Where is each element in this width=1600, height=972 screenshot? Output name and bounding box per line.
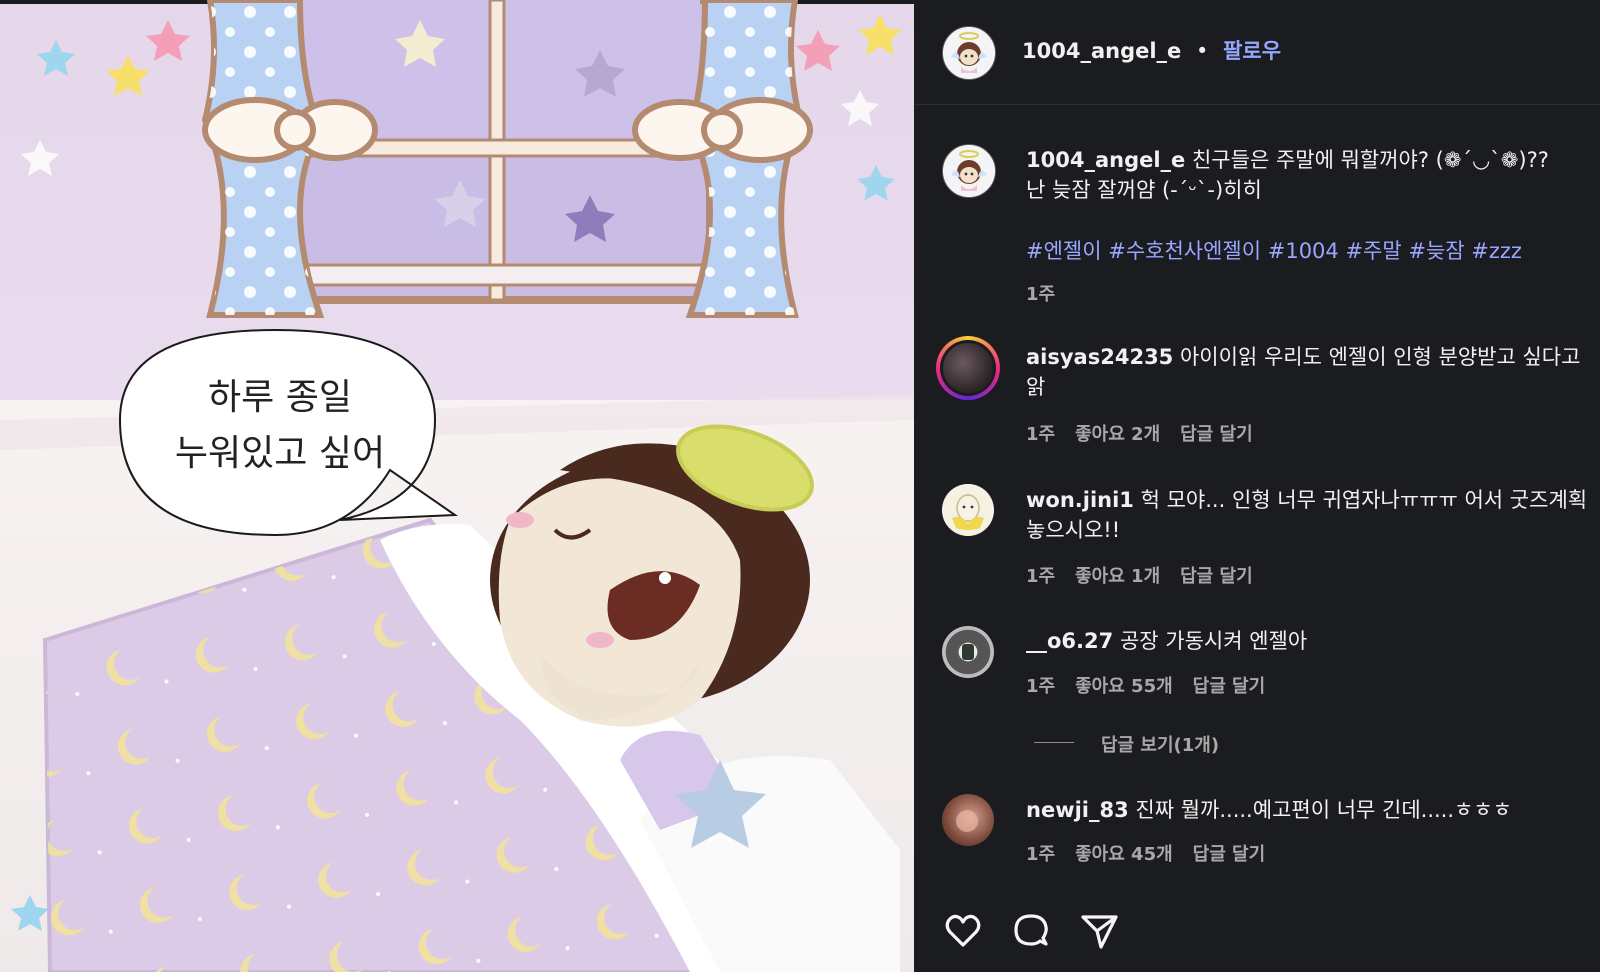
caption-text: 친구들은 주말에 뭐할꺼야? (❁´◡`❁)?? — [1191, 148, 1549, 172]
comment-meta: 1주 좋아요 55개 답글 달기 — [1026, 672, 1285, 698]
comment-text: 아이이읽 우리도 엔젤이 인형 분양받고 싶다고 — [1179, 345, 1581, 369]
follow-button[interactable]: 팔로우 — [1223, 39, 1281, 63]
author-avatar[interactable] — [942, 26, 996, 80]
comment-likes[interactable]: 좋아요 55개 — [1075, 676, 1173, 697]
user-photo-icon — [943, 343, 993, 393]
post-image[interactable]: 하루 종일 누워있고 싶어 — [0, 0, 914, 972]
comment-avatar[interactable] — [942, 484, 994, 536]
user-photo-icon — [956, 810, 978, 832]
caption-username[interactable]: 1004_angel_e — [1026, 148, 1185, 172]
comment-username[interactable]: newji_83 — [1026, 798, 1129, 822]
comment-line-1: won.jini1 헉 모야... 인형 너무 귀엽자나ㅠㅠㅠ 어서 굿즈계획 — [1026, 485, 1587, 515]
comment-text: 진짜 뭘까.....예고편이 너무 긴데.....ㅎㅎㅎ — [1135, 798, 1512, 822]
caption-avatar[interactable] — [942, 144, 996, 198]
comment-avatar[interactable] — [942, 794, 994, 846]
like-button[interactable] — [942, 910, 984, 952]
reply-button[interactable]: 답글 달기 — [1180, 424, 1253, 445]
comment-time: 1주 — [1026, 424, 1056, 445]
comment-line-2: 앍 — [1026, 375, 1046, 399]
caption-hashtags[interactable]: #엔젤이 #수호천사엔젤이 #1004 #주말 #늦잠 #zzz — [1026, 236, 1522, 266]
comment-button[interactable] — [1010, 910, 1052, 952]
comment-line-1: aisyas24235 아이이읽 우리도 엔젤이 인형 분양받고 싶다고 — [1026, 342, 1580, 372]
comment-icon — [1014, 914, 1048, 946]
header-username[interactable]: 1004_angel_e — [1022, 39, 1181, 63]
comment-likes[interactable]: 좋아요 2개 — [1075, 424, 1160, 445]
comment-likes[interactable]: 좋아요 45개 — [1075, 844, 1173, 865]
user-photo-icon — [962, 644, 974, 660]
comment-avatar[interactable] — [936, 336, 1000, 400]
share-button[interactable] — [1078, 910, 1120, 952]
comment-time: 1주 — [1026, 844, 1056, 865]
post-side-panel: 1004_angel_e • 팔로우 1004_angel_e 친구들은 주말에… — [914, 0, 1600, 972]
comment-text: 헉 모야... 인형 너무 귀엽자나ㅠㅠㅠ 어서 굿즈계획 — [1140, 488, 1588, 512]
reply-button[interactable]: 답글 달기 — [1193, 844, 1266, 865]
caption-line-1: 1004_angel_e 친구들은 주말에 뭐할꺼야? (❁´◡`❁)?? — [1026, 145, 1549, 175]
post-photo-illustration — [0, 0, 914, 972]
caption-time: 1주 — [1026, 284, 1056, 305]
window-illustration — [201, 0, 813, 318]
bubble-line-1: 하루 종일 — [208, 377, 352, 418]
bubble-line-2: 누워있고 싶어 — [174, 433, 386, 474]
heart-icon — [945, 914, 981, 947]
view-replies-divider — [1034, 742, 1074, 743]
share-icon — [1081, 915, 1118, 949]
comment-time: 1주 — [1026, 566, 1056, 587]
comment-line-1: __o6.27 공장 가동시켜 엔젤아 — [1026, 626, 1307, 656]
post-header: 1004_angel_e • 팔로우 — [914, 0, 1600, 105]
comment-username[interactable]: won.jini1 — [1026, 488, 1134, 512]
angel-avatar-icon — [943, 145, 995, 197]
banana-avatar-icon — [942, 484, 994, 536]
caption-line-2: 난 늦잠 잘꺼얌 (-´ᵕ`-)히히 — [1026, 178, 1262, 202]
comment-time: 1주 — [1026, 676, 1056, 697]
comment-avatar[interactable] — [942, 626, 994, 678]
header-separator: • — [1195, 39, 1209, 63]
comment-meta: 1주 좋아요 45개 답글 달기 — [1026, 840, 1285, 866]
reply-button[interactable]: 답글 달기 — [1193, 676, 1266, 697]
comment-meta: 1주 좋아요 1개 답글 달기 — [1026, 562, 1273, 588]
comment-line-2: 놓으시오!! — [1026, 518, 1121, 542]
comment-username[interactable]: aisyas24235 — [1026, 345, 1173, 369]
comment-likes[interactable]: 좋아요 1개 — [1075, 566, 1160, 587]
reply-button[interactable]: 답글 달기 — [1180, 566, 1253, 587]
bubble-text: 하루 종일 누워있고 싶어 — [135, 370, 425, 482]
view-replies-button[interactable]: 답글 보기(1개) — [1101, 731, 1219, 757]
comment-text: 공장 가동시켜 엔젤아 — [1119, 629, 1308, 653]
angel-avatar-icon — [943, 27, 995, 79]
comment-username[interactable]: __o6.27 — [1026, 629, 1113, 653]
comment-line-1: newji_83 진짜 뭘까.....예고편이 너무 긴데.....ㅎㅎㅎ — [1026, 795, 1512, 825]
comment-meta: 1주 좋아요 2개 답글 달기 — [1026, 420, 1273, 446]
